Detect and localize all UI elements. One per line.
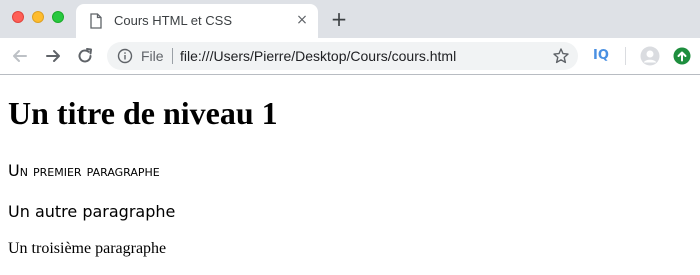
url-text[interactable]: file:///Users/Pierre/Desktop/Cours/cours… (180, 48, 456, 64)
page-heading: Un titre de niveau 1 (8, 95, 278, 131)
tab-title: Cours HTML et CSS (114, 13, 232, 28)
info-icon[interactable] (117, 48, 133, 64)
browser-toolbar: File file:///Users/Pierre/Desktop/Cours/… (0, 38, 700, 75)
window-minimize-button[interactable] (32, 11, 44, 23)
tab-active[interactable]: Cours HTML et CSS × (76, 4, 318, 38)
address-bar[interactable]: File file:///Users/Pierre/Desktop/Cours/… (107, 42, 578, 70)
arrow-left-icon (13, 50, 27, 62)
arrow-right-icon (46, 50, 60, 62)
paragraph-first: Un premier paragraphe (8, 161, 160, 180)
reload-icon (78, 48, 92, 63)
profile-avatar-icon[interactable] (640, 46, 660, 66)
iq-extension-button[interactable]: IQ (593, 48, 609, 63)
document-icon (90, 13, 102, 29)
toolbar-divider (625, 47, 626, 65)
star-icon[interactable] (552, 47, 570, 65)
paragraph-second: Un autre paragraphe (8, 202, 176, 221)
omnibox-divider (172, 48, 173, 64)
back-button[interactable] (10, 46, 30, 66)
update-arrow-icon[interactable] (673, 47, 691, 65)
window-zoom-button[interactable] (52, 11, 64, 23)
tab-strip: Cours HTML et CSS × + (0, 0, 700, 38)
window-close-button[interactable] (12, 11, 24, 23)
paragraph-third: Un troisième paragraphe (8, 240, 167, 257)
reload-button[interactable] (75, 46, 95, 66)
tab-close-icon[interactable]: × (294, 12, 310, 28)
scheme-label: File (141, 48, 164, 64)
forward-button[interactable] (43, 46, 63, 66)
new-tab-button[interactable]: + (329, 9, 349, 29)
page-viewport: Un titre de niveau 1 Un premier paragrap… (0, 75, 700, 275)
